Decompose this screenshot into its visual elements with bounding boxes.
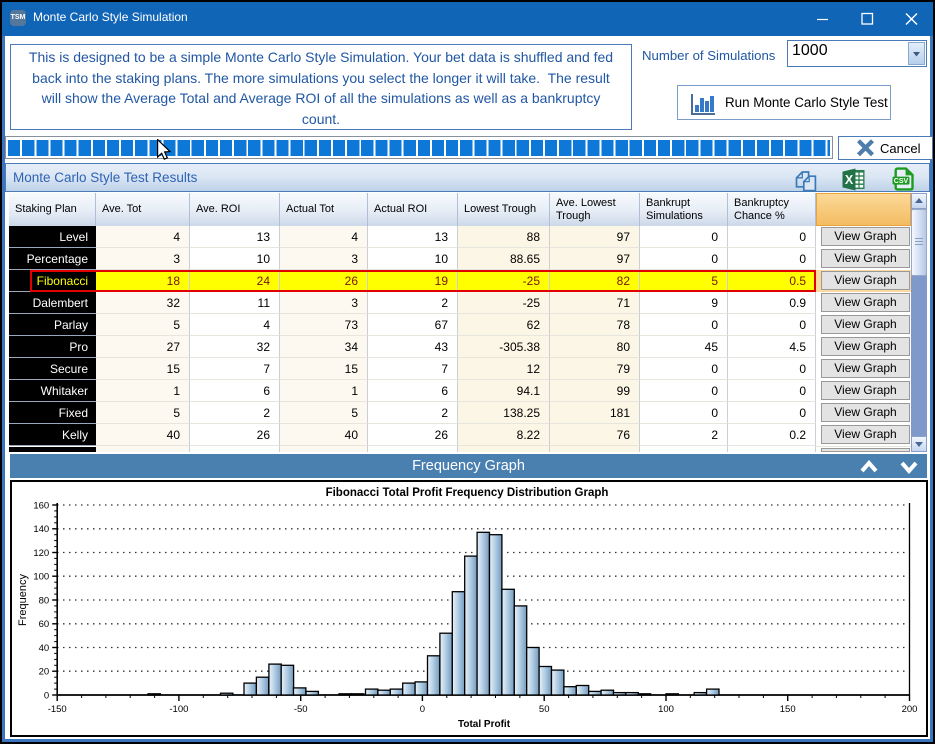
svg-text:200: 200 (902, 704, 918, 715)
svg-text:0: 0 (420, 704, 425, 715)
svg-text:40: 40 (39, 643, 50, 654)
svg-text:20: 20 (39, 667, 50, 678)
svg-text:-50: -50 (294, 704, 308, 715)
svg-text:160: 160 (33, 500, 49, 511)
svg-text:-150: -150 (48, 704, 67, 715)
svg-text:Total Profit: Total Profit (458, 719, 511, 730)
svg-text:60: 60 (39, 619, 50, 630)
svg-text:140: 140 (33, 524, 49, 535)
svg-text:80: 80 (39, 595, 50, 606)
svg-text:120: 120 (33, 548, 49, 559)
svg-text:-100: -100 (169, 704, 188, 715)
svg-text:150: 150 (780, 704, 796, 715)
svg-text:50: 50 (539, 704, 550, 715)
svg-text:CSV: CSV (894, 178, 909, 185)
svg-text:0: 0 (44, 690, 49, 701)
svg-text:Frequency: Frequency (17, 574, 29, 626)
svg-text:Fibonacci Total Profit Frequen: Fibonacci Total Profit Frequency Distrib… (326, 487, 609, 499)
svg-text:100: 100 (33, 572, 49, 583)
svg-text:100: 100 (658, 704, 674, 715)
svg-text:X: X (845, 173, 854, 187)
